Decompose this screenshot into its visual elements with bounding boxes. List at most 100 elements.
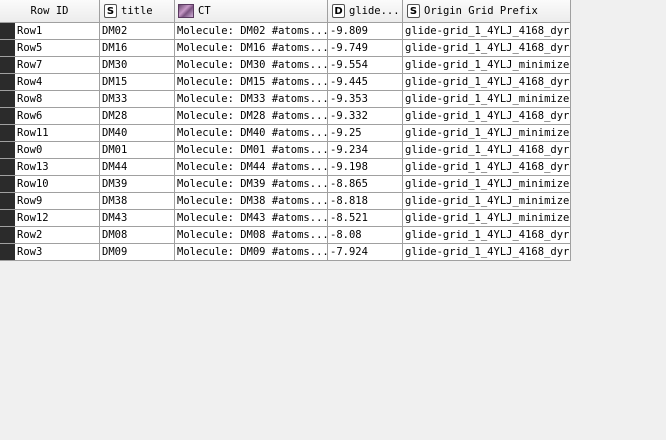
ct-cell[interactable]: Molecule: DM08 #atoms... <box>175 227 328 244</box>
ct-cell[interactable]: Molecule: DM39 #atoms... <box>175 176 328 193</box>
origin-grid-prefix-cell[interactable]: glide-grid_1_4YLJ_minimized <box>403 57 571 74</box>
ct-cell[interactable]: Molecule: DM28 #atoms... <box>175 108 328 125</box>
row-id-cell[interactable]: Row6 <box>15 108 100 125</box>
glide-cell[interactable]: -9.809 <box>328 23 403 40</box>
row-selector-handle[interactable] <box>0 244 15 261</box>
origin-grid-prefix-cell[interactable]: glide-grid_1_4YLJ_4168_dyrk <box>403 23 571 40</box>
table-row[interactable]: Row6 DM28 Molecule: DM28 #atoms... -9.332 gl… <box>0 108 571 125</box>
ct-cell[interactable]: Molecule: DM43 #atoms... <box>175 210 328 227</box>
row-selector-handle[interactable] <box>0 125 15 142</box>
title-cell[interactable]: DM16 <box>100 40 175 57</box>
row-selector-handle[interactable] <box>0 159 15 176</box>
glide-cell[interactable]: -9.353 <box>328 91 403 108</box>
title-cell[interactable]: DM15 <box>100 74 175 91</box>
ct-cell[interactable]: Molecule: DM09 #atoms... <box>175 244 328 261</box>
header-ct[interactable]: CT <box>175 0 328 22</box>
row-selector-handle[interactable] <box>0 210 15 227</box>
row-selector-handle[interactable] <box>0 74 15 91</box>
glide-cell[interactable]: -9.554 <box>328 57 403 74</box>
table-row[interactable]: Row8 DM33 Molecule: DM33 #atoms... -9.353 gl… <box>0 91 571 108</box>
title-cell[interactable]: DM08 <box>100 227 175 244</box>
origin-grid-prefix-cell[interactable]: glide-grid_1_4YLJ_4168_dyrk <box>403 244 571 261</box>
ct-cell[interactable]: Molecule: DM44 #atoms... <box>175 159 328 176</box>
glide-cell[interactable]: -8.865 <box>328 176 403 193</box>
title-cell[interactable]: DM02 <box>100 23 175 40</box>
row-id-cell[interactable]: Row1 <box>15 23 100 40</box>
glide-cell[interactable]: -9.445 <box>328 74 403 91</box>
row-id-cell[interactable]: Row4 <box>15 74 100 91</box>
table-row[interactable]: Row1 DM02 Molecule: DM02 #atoms... -9.809 gl… <box>0 23 571 40</box>
table-row[interactable]: Row9 DM38 Molecule: DM38 #atoms... -8.818 gl… <box>0 193 571 210</box>
ct-cell[interactable]: Molecule: DM40 #atoms... <box>175 125 328 142</box>
title-cell[interactable]: DM40 <box>100 125 175 142</box>
title-cell[interactable]: DM44 <box>100 159 175 176</box>
ct-cell[interactable]: Molecule: DM02 #atoms... <box>175 23 328 40</box>
glide-cell[interactable]: -8.818 <box>328 193 403 210</box>
glide-cell[interactable]: -9.332 <box>328 108 403 125</box>
ct-cell[interactable]: Molecule: DM15 #atoms... <box>175 74 328 91</box>
header-glide[interactable]: D glide... <box>328 0 403 22</box>
origin-grid-prefix-cell[interactable]: glide-grid_1_4YLJ_minimized <box>403 125 571 142</box>
glide-cell[interactable]: -9.25 <box>328 125 403 142</box>
row-id-cell[interactable]: Row13 <box>15 159 100 176</box>
row-id-cell[interactable]: Row3 <box>15 244 100 261</box>
table-row[interactable]: Row13 DM44 Molecule: DM44 #atoms... -9.198 g… <box>0 159 571 176</box>
table-row[interactable]: Row2 DM08 Molecule: DM08 #atoms... -8.08 gli… <box>0 227 571 244</box>
glide-cell[interactable]: -9.234 <box>328 142 403 159</box>
ct-cell[interactable]: Molecule: DM01 #atoms... <box>175 142 328 159</box>
title-cell[interactable]: DM01 <box>100 142 175 159</box>
row-id-cell[interactable]: Row5 <box>15 40 100 57</box>
title-cell[interactable]: DM30 <box>100 57 175 74</box>
glide-cell[interactable]: -8.521 <box>328 210 403 227</box>
row-selector-handle[interactable] <box>0 40 15 57</box>
origin-grid-prefix-cell[interactable]: glide-grid_1_4YLJ_4168_dyrk <box>403 159 571 176</box>
origin-grid-prefix-cell[interactable]: glide-grid_1_4YLJ_4168_dyrk <box>403 74 571 91</box>
row-id-cell[interactable]: Row2 <box>15 227 100 244</box>
row-selector-handle[interactable] <box>0 176 15 193</box>
table-row[interactable]: Row3 DM09 Molecule: DM09 #atoms... -7.924 gl… <box>0 244 571 261</box>
title-cell[interactable]: DM43 <box>100 210 175 227</box>
row-selector-handle[interactable] <box>0 23 15 40</box>
ct-cell[interactable]: Molecule: DM33 #atoms... <box>175 91 328 108</box>
title-cell[interactable]: DM38 <box>100 193 175 210</box>
origin-grid-prefix-cell[interactable]: glide-grid_1_4YLJ_minimized <box>403 91 571 108</box>
ct-cell[interactable]: Molecule: DM30 #atoms... <box>175 57 328 74</box>
row-id-cell[interactable]: Row11 <box>15 125 100 142</box>
row-selector-handle[interactable] <box>0 108 15 125</box>
origin-grid-prefix-cell[interactable]: glide-grid_1_4YLJ_4168_dyrk <box>403 108 571 125</box>
origin-grid-prefix-cell[interactable]: glide-grid_1_4YLJ_4168_dyrk <box>403 40 571 57</box>
ct-cell[interactable]: Molecule: DM16 #atoms... <box>175 40 328 57</box>
title-cell[interactable]: DM33 <box>100 91 175 108</box>
table-row[interactable]: Row10 DM39 Molecule: DM39 #atoms... -8.865 g… <box>0 176 571 193</box>
row-id-cell[interactable]: Row12 <box>15 210 100 227</box>
title-cell[interactable]: DM39 <box>100 176 175 193</box>
origin-grid-prefix-cell[interactable]: glide-grid_1_4YLJ_4168_dyrk <box>403 142 571 159</box>
table-row[interactable]: Row11 DM40 Molecule: DM40 #atoms... -9.25 gl… <box>0 125 571 142</box>
header-title[interactable]: S title <box>100 0 175 22</box>
row-selector-handle[interactable] <box>0 193 15 210</box>
header-row-id[interactable]: Row ID <box>0 0 100 22</box>
row-id-cell[interactable]: Row9 <box>15 193 100 210</box>
origin-grid-prefix-cell[interactable]: glide-grid_1_4YLJ_minimized <box>403 176 571 193</box>
glide-cell[interactable]: -8.08 <box>328 227 403 244</box>
row-selector-handle[interactable] <box>0 57 15 74</box>
header-origin-grid-prefix[interactable]: S Origin Grid Prefix <box>403 0 571 22</box>
glide-cell[interactable]: -9.198 <box>328 159 403 176</box>
origin-grid-prefix-cell[interactable]: glide-grid_1_4YLJ_4168_dyrk <box>403 227 571 244</box>
row-selector-handle[interactable] <box>0 91 15 108</box>
row-id-cell[interactable]: Row8 <box>15 91 100 108</box>
row-id-cell[interactable]: Row10 <box>15 176 100 193</box>
row-id-cell[interactable]: Row0 <box>15 142 100 159</box>
row-id-cell[interactable]: Row7 <box>15 57 100 74</box>
title-cell[interactable]: DM28 <box>100 108 175 125</box>
table-row[interactable]: Row7 DM30 Molecule: DM30 #atoms... -9.554 gl… <box>0 57 571 74</box>
ct-cell[interactable]: Molecule: DM38 #atoms... <box>175 193 328 210</box>
table-row[interactable]: Row5 DM16 Molecule: DM16 #atoms... -9.749 gl… <box>0 40 571 57</box>
table-row[interactable]: Row12 DM43 Molecule: DM43 #atoms... -8.521 g… <box>0 210 571 227</box>
table-row[interactable]: Row4 DM15 Molecule: DM15 #atoms... -9.445 gl… <box>0 74 571 91</box>
origin-grid-prefix-cell[interactable]: glide-grid_1_4YLJ_minimized <box>403 193 571 210</box>
table-row[interactable]: Row0 DM01 Molecule: DM01 #atoms... -9.234 gl… <box>0 142 571 159</box>
glide-cell[interactable]: -9.749 <box>328 40 403 57</box>
title-cell[interactable]: DM09 <box>100 244 175 261</box>
row-selector-handle[interactable] <box>0 227 15 244</box>
